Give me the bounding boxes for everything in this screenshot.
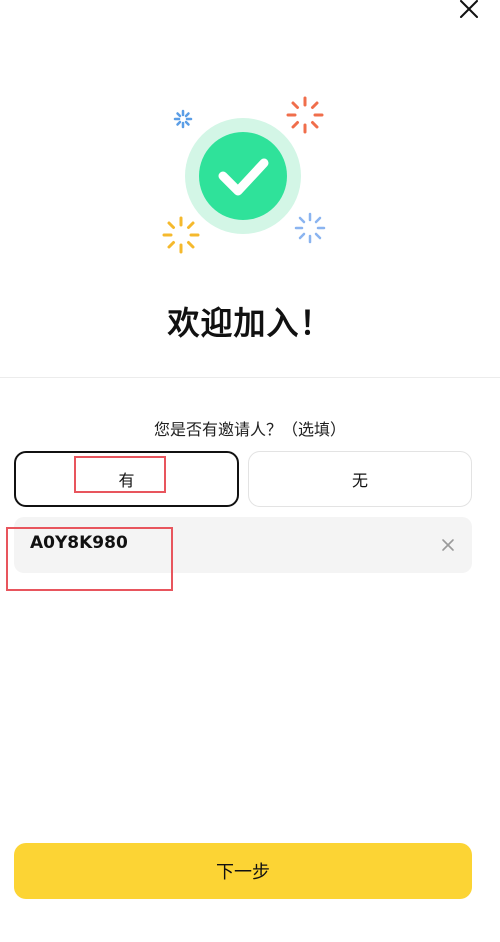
- next-button-label: 下一步: [216, 862, 270, 883]
- sparkle-yellow-icon: [162, 216, 200, 254]
- check-circle-icon: [185, 118, 301, 234]
- option-no-label: 无: [351, 471, 368, 490]
- sparkle-blue-icon: [173, 109, 193, 129]
- invite-code-input[interactable]: [30, 527, 410, 559]
- invite-question: 您是否有邀请人？（选填）: [153, 420, 346, 439]
- option-yes-label: 有: [118, 471, 135, 490]
- welcome-title: 欢迎加入！: [167, 304, 333, 342]
- success-illustration: [150, 90, 350, 260]
- option-yes-button[interactable]: 有: [14, 451, 239, 507]
- sparkle-orange-icon: [286, 96, 324, 134]
- option-no-button[interactable]: 无: [248, 451, 472, 507]
- invite-code-field: [14, 517, 472, 573]
- clear-button[interactable]: [438, 535, 458, 555]
- close-button[interactable]: [454, 0, 484, 24]
- section-divider: [0, 377, 500, 378]
- sparkle-lightblue-icon: [294, 212, 326, 244]
- next-button[interactable]: 下一步: [14, 843, 472, 899]
- close-icon: [460, 0, 478, 18]
- clear-icon: [442, 539, 454, 551]
